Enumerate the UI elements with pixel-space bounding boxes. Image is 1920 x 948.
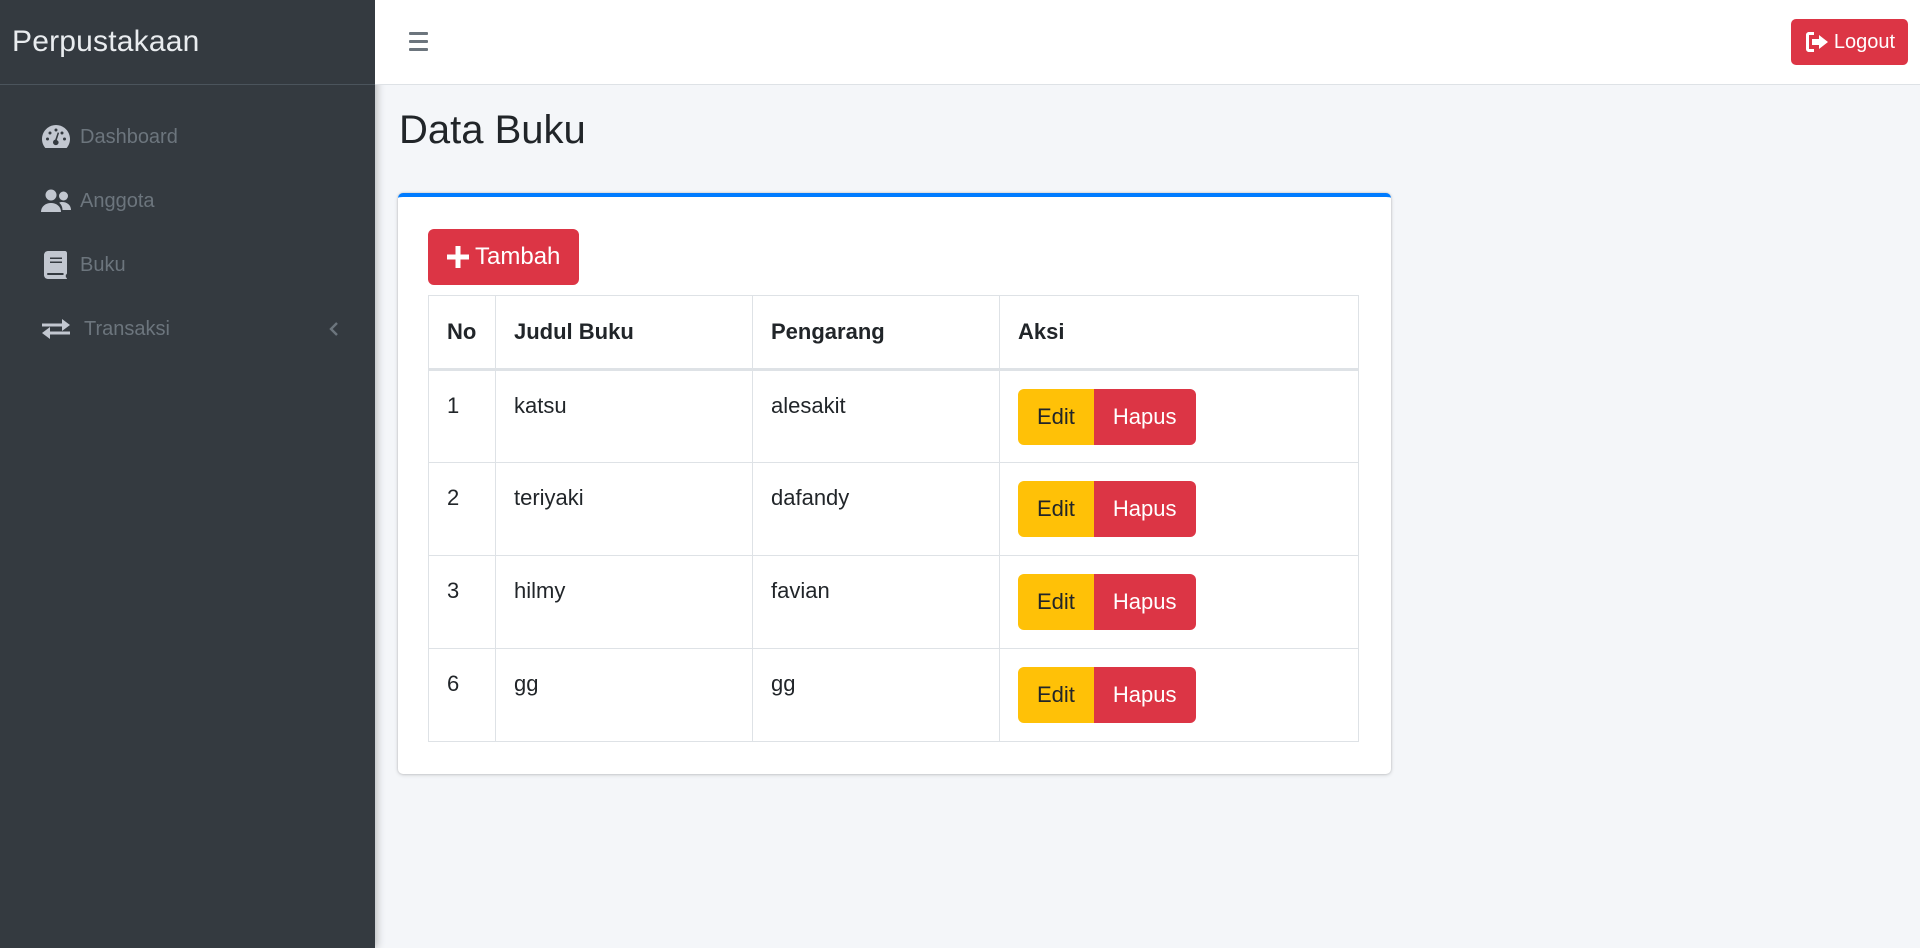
action-buttons: Edit Hapus xyxy=(1018,574,1196,630)
sidebar-item-label: Transaksi xyxy=(84,317,170,340)
sign-out-icon xyxy=(1805,32,1828,52)
cell-no: 1 xyxy=(428,369,496,463)
logout-label: Logout xyxy=(1833,30,1895,53)
add-book-button[interactable]: Tambah xyxy=(428,229,580,285)
cell-pengarang: dafandy xyxy=(752,462,1000,556)
book-icon xyxy=(40,249,72,281)
delete-button[interactable]: Hapus xyxy=(1093,389,1196,445)
cell-aksi: Edit Hapus xyxy=(999,462,1359,556)
sidebar: Perpustakaan Dashboard Anggota Buku Tran… xyxy=(0,0,375,948)
cell-no: 2 xyxy=(428,462,496,556)
topbar: Logout xyxy=(375,0,1920,85)
table-row: 6 gg gg Edit Hapus xyxy=(428,648,1359,742)
cell-pengarang: gg xyxy=(752,648,1000,742)
users-icon xyxy=(40,185,72,217)
sidebar-item-label: Dashboard xyxy=(80,125,178,148)
cell-judul: teriyaki xyxy=(495,462,753,556)
action-buttons: Edit Hapus xyxy=(1018,389,1196,445)
hamburger-icon[interactable] xyxy=(409,28,433,54)
delete-button[interactable]: Hapus xyxy=(1093,574,1196,630)
cell-aksi: Edit Hapus xyxy=(999,369,1359,463)
cell-no: 6 xyxy=(428,648,496,742)
logout-button[interactable]: Logout xyxy=(1790,19,1908,65)
cell-judul: katsu xyxy=(495,369,753,463)
brand-title: Perpustakaan xyxy=(12,25,200,58)
chevron-left-icon xyxy=(327,322,341,336)
edit-button[interactable]: Edit xyxy=(1018,574,1094,630)
action-buttons: Edit Hapus xyxy=(1018,667,1196,723)
add-book-label: Tambah xyxy=(475,243,561,270)
action-buttons: Edit Hapus xyxy=(1018,481,1196,537)
sidebar-item-transaksi[interactable]: Transaksi xyxy=(0,297,375,361)
table-row: 1 katsu alesakit Edit Hapus xyxy=(428,369,1359,463)
sidebar-item-buku[interactable]: Buku xyxy=(0,233,375,297)
header-aksi: Aksi xyxy=(999,295,1359,371)
sidebar-nav: Dashboard Anggota Buku Transaksi xyxy=(0,85,375,361)
header-pengarang: Pengarang xyxy=(752,295,1000,371)
plus-icon xyxy=(447,246,469,268)
tachometer-icon xyxy=(40,121,72,153)
cell-judul: gg xyxy=(495,648,753,742)
books-table: No Judul Buku Pengarang Aksi 1 katsu ale… xyxy=(428,295,1359,742)
table-row: 3 hilmy favian Edit Hapus xyxy=(428,555,1359,649)
edit-button[interactable]: Edit xyxy=(1018,389,1094,445)
sidebar-item-dashboard[interactable]: Dashboard xyxy=(0,105,375,169)
brand[interactable]: Perpustakaan xyxy=(0,0,375,85)
delete-button[interactable]: Hapus xyxy=(1093,481,1196,537)
cell-no: 3 xyxy=(428,555,496,649)
header-judul-buku: Judul Buku xyxy=(495,295,753,371)
header-no: No xyxy=(428,295,496,371)
books-card: Tambah No Judul Buku Pengarang Aksi 1 ka… xyxy=(398,193,1391,774)
cell-pengarang: alesakit xyxy=(752,369,1000,463)
table-row: 2 teriyaki dafandy Edit Hapus xyxy=(428,462,1359,556)
sidebar-item-anggota[interactable]: Anggota xyxy=(0,169,375,233)
sidebar-item-label: Anggota xyxy=(80,189,155,212)
edit-button[interactable]: Edit xyxy=(1018,481,1094,537)
cell-aksi: Edit Hapus xyxy=(999,648,1359,742)
cell-aksi: Edit Hapus xyxy=(999,555,1359,649)
cell-pengarang: favian xyxy=(752,555,1000,649)
page-title: Data Buku xyxy=(399,108,586,152)
main-content: Data Buku Tambah No Judul Buku Pengarang… xyxy=(375,85,1920,948)
edit-button[interactable]: Edit xyxy=(1018,667,1094,723)
sidebar-item-label: Buku xyxy=(80,253,126,276)
exchange-icon xyxy=(40,313,72,345)
table-header-row: No Judul Buku Pengarang Aksi xyxy=(428,295,1359,371)
cell-judul: hilmy xyxy=(495,555,753,649)
delete-button[interactable]: Hapus xyxy=(1093,667,1196,723)
